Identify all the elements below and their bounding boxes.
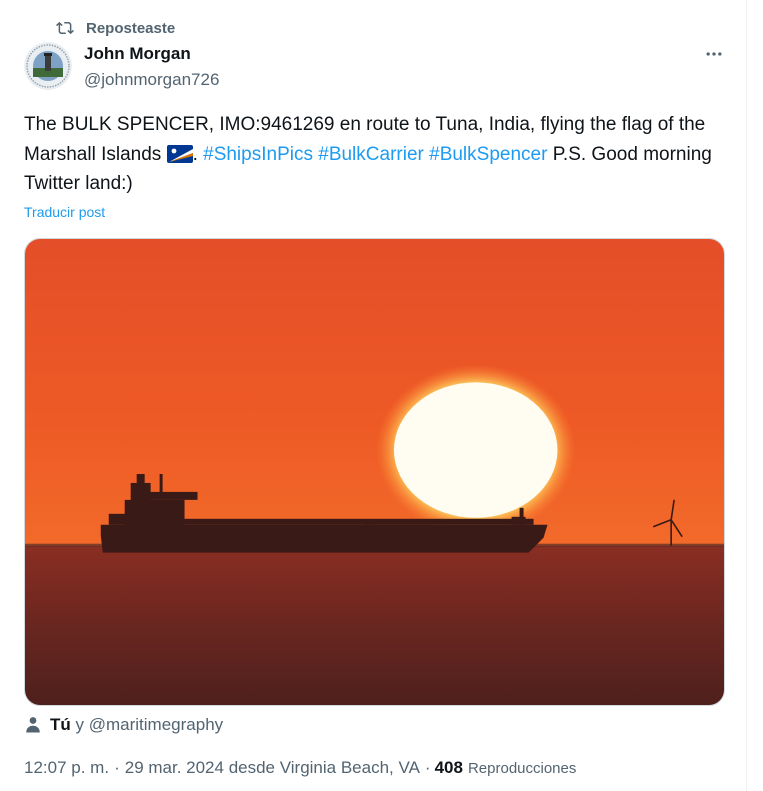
marshall-islands-flag — [166, 144, 193, 163]
repost-label: Reposteaste — [86, 19, 176, 37]
sunset-ship-photo — [25, 239, 724, 705]
tweet-text: The BULK SPENCER, IMO:9461269 en route t… — [24, 110, 729, 199]
more-dots-icon — [706, 52, 722, 56]
hashtag-link[interactable]: #BulkSpencer — [429, 144, 547, 165]
tagged-user: @maritimegraphy — [88, 715, 224, 734]
meta-separator: · — [424, 758, 431, 777]
view-count: 408 — [434, 758, 463, 777]
tweet-text-part: . — [192, 143, 204, 165]
hashtag-link[interactable]: #ShipsInPics — [203, 144, 313, 165]
seal-avatar — [24, 42, 72, 90]
view-count-label: Reproducciones — [467, 759, 577, 777]
tweet-time[interactable]: 12:07 p. m. — [24, 758, 109, 778]
tagged-joiner: y — [75, 715, 85, 734]
avatar[interactable] — [24, 42, 72, 90]
more-options-button[interactable] — [701, 43, 727, 65]
tweet-date-location[interactable]: 29 mar. 2024 desde Virginia Beach, VA — [125, 758, 420, 778]
tweet-detail: Reposteaste John Morgan @johnmorgan726 T… — [0, 0, 747, 791]
person-icon — [26, 717, 40, 733]
hashtag-link[interactable]: #BulkCarrier — [318, 144, 424, 165]
tweet-metadata: 12:07 p. m. · 29 mar. 2024 desde Virgini… — [24, 758, 576, 778]
repost-indicator[interactable]: Reposteaste — [56, 17, 175, 39]
meta-separator: · — [114, 758, 120, 777]
translate-post-link[interactable]: Traducir post — [24, 204, 105, 220]
author-name[interactable]: John Morgan — [84, 44, 191, 64]
tagged-users[interactable]: Tú y @maritimegraphy — [24, 712, 223, 738]
author-handle[interactable]: @johnmorgan726 — [84, 70, 219, 90]
repost-icon — [56, 21, 74, 35]
tweet-photo[interactable] — [24, 238, 725, 706]
tagged-you: Tú — [50, 715, 71, 734]
